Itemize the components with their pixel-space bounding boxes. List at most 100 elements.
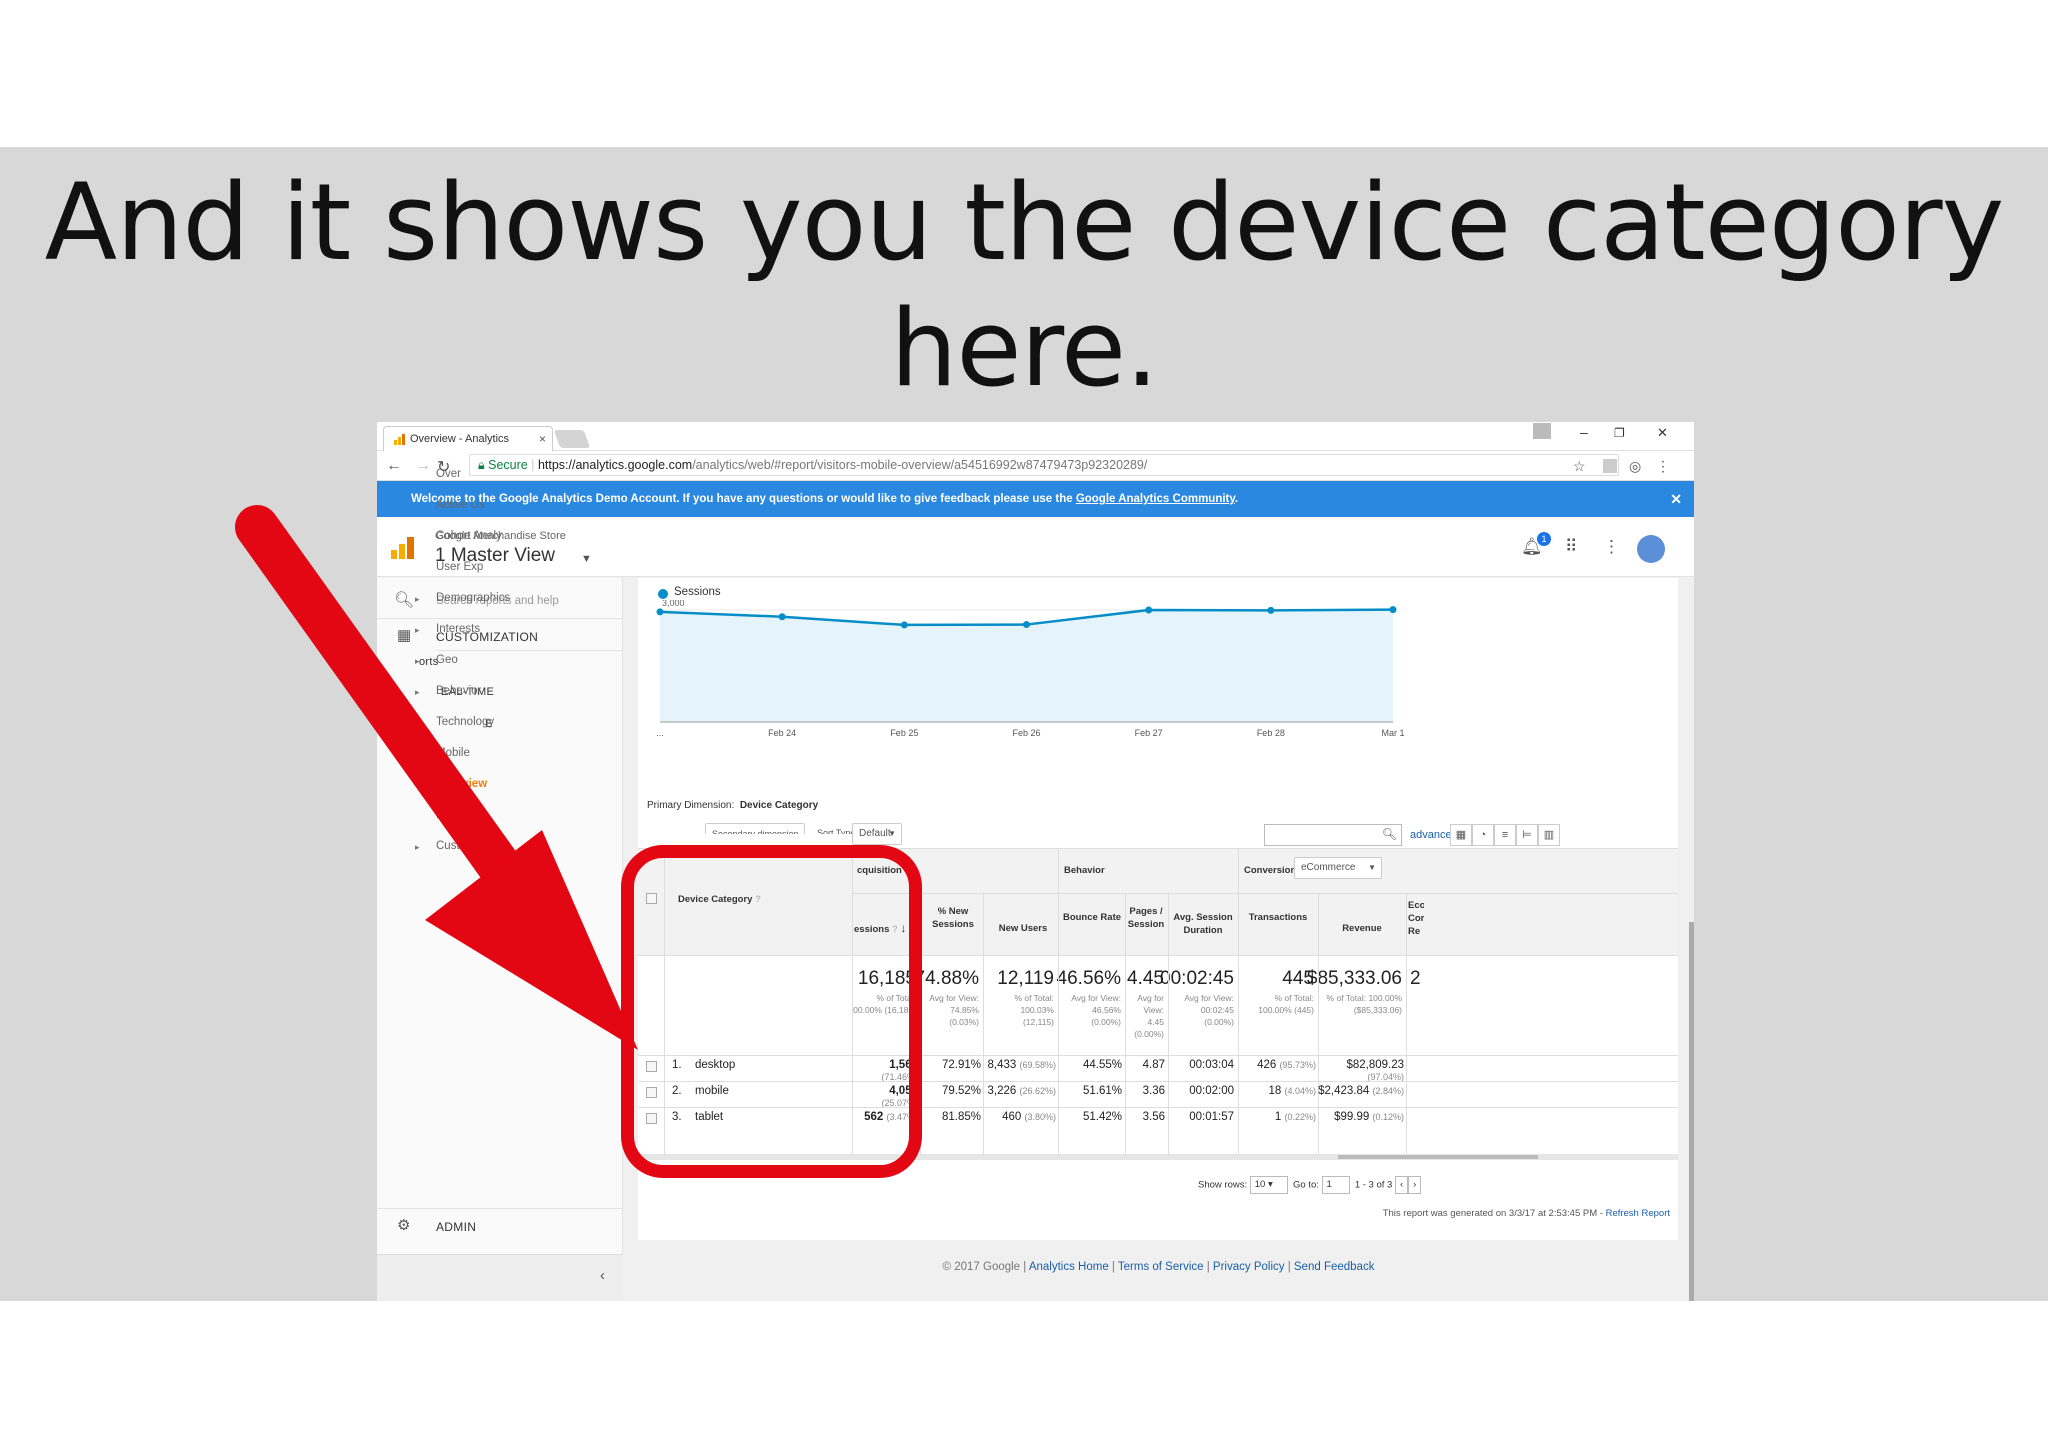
red-arrow-annotation [235, 505, 638, 1050]
slide-title: And it shows you the device category her… [44, 161, 2005, 410]
pages-value: 3.56 [1142, 1111, 1165, 1123]
pivot-view-icon[interactable]: ▥ [1538, 824, 1560, 846]
new-sessions-cell: 72.91% [920, 1059, 981, 1071]
pagination: Show rows: 10 ▾ Go to: 1 1 - 3 of 3 ‹ › [1198, 1176, 1422, 1194]
comparison-view-icon[interactable]: ⊨ [1516, 824, 1538, 846]
extension-icon[interactable] [1603, 459, 1617, 473]
avatar[interactable] [1637, 535, 1665, 563]
new-users-value: 8,433 [987, 1059, 1017, 1071]
col-transactions[interactable]: Transactions [1242, 911, 1314, 924]
show-rows-select[interactable]: 10 ▾ [1249, 1176, 1288, 1194]
secondary-dimension-button[interactable]: Secondary dimension [705, 823, 805, 834]
transactions-pct: (95.73%) [1279, 1060, 1316, 1070]
table-view-icon[interactable]: ▦ [1450, 824, 1472, 846]
generated-note: This report was generated on 3/3/17 at 2… [1383, 1208, 1670, 1219]
forward-icon[interactable]: → [415, 457, 431, 475]
pages-value: 3.36 [1142, 1085, 1165, 1097]
primary-dimension-value[interactable]: Device Category [740, 800, 818, 811]
new-users-pct: (69.58%) [1019, 1060, 1056, 1070]
duration-value: 00:01:57 [1189, 1111, 1234, 1123]
pie-view-icon[interactable]: ◔ [1472, 824, 1494, 846]
series-legend-label: Sessions [674, 586, 721, 598]
privacy-link[interactable]: Privacy Policy [1213, 1261, 1285, 1273]
collapse-sidebar[interactable]: ‹ [377, 1254, 623, 1301]
transactions-value: 1 [1274, 1111, 1282, 1123]
sidebar-item-over[interactable]: Over [436, 468, 461, 480]
apps-grid-icon[interactable]: ⠿ [1565, 537, 1577, 557]
next-page-icon[interactable]: › [1408, 1176, 1422, 1194]
revenue-value: $99.99 [1334, 1111, 1370, 1123]
x-tick-label: Feb 24 [768, 728, 796, 738]
show-rows-label: Show rows: [1198, 1179, 1248, 1191]
terms-link[interactable]: Terms of Service [1118, 1261, 1204, 1273]
footer-sep: | [1203, 1261, 1213, 1273]
performance-view-icon[interactable]: ≡ [1494, 824, 1516, 846]
url-field[interactable]: 🔒︎ Secure | https://analytics.google.com… [469, 454, 1619, 476]
more-icon[interactable]: ⋮ [1603, 537, 1620, 557]
revenue-value: $82,809.23 [1346, 1059, 1404, 1071]
group-conversions: Conversions [1244, 865, 1302, 876]
tab-close-icon[interactable]: × [539, 427, 546, 451]
col-new-sessions[interactable]: % New Sessions [928, 905, 978, 931]
chevron-down-icon: ▼ [1368, 863, 1376, 872]
col-ecommerce-rate[interactable]: Eco Cor Re [1408, 899, 1424, 938]
new-users-pct: (3.80%) [1024, 1112, 1056, 1122]
bounce-cell: 51.42% [1058, 1111, 1122, 1123]
new-tab-button[interactable] [553, 430, 591, 448]
back-icon[interactable]: ← [386, 457, 402, 475]
col-pages-session[interactable]: Pages / Session [1126, 905, 1166, 931]
page-range: 1 - 3 of 3 [1354, 1179, 1393, 1191]
x-tick-label: Feb 25 [890, 728, 918, 738]
revenue-pct: (2.84%) [1372, 1086, 1404, 1096]
col-revenue[interactable]: Revenue [1322, 922, 1402, 935]
feedback-link[interactable]: Send Feedback [1294, 1261, 1375, 1273]
total-revenue: $85,333.06 [1306, 968, 1402, 989]
pages-cell: 3.56 [1125, 1111, 1165, 1123]
chevron-left-icon[interactable]: ‹ [600, 1267, 605, 1284]
primary-dimension: Primary Dimension: Device Category [647, 800, 818, 811]
browser-tab[interactable]: Overview - Analytics × [383, 426, 553, 451]
col-bounce-rate[interactable]: Bounce Rate [1062, 911, 1122, 924]
secure-label: Secure [488, 458, 528, 472]
revenue-pct: (0.12%) [1372, 1112, 1404, 1122]
banner-end: . [1234, 493, 1239, 505]
page-scrollbar[interactable] [1689, 922, 1694, 1301]
transactions-cell: 1 (0.22%) [1238, 1111, 1316, 1123]
goto-input[interactable]: 1 [1321, 1176, 1350, 1194]
total-ecommerce-rate: 2 [1410, 968, 1421, 989]
banner-close-icon[interactable]: ✕ [1670, 481, 1682, 517]
copyright: © 2017 Google | [942, 1261, 1029, 1273]
generated-text: This report was generated on 3/3/17 at 2… [1382, 1208, 1606, 1219]
footer-sep: | [1108, 1261, 1118, 1273]
col-new-users[interactable]: New Users [988, 922, 1058, 935]
prev-page-icon[interactable]: ‹ [1394, 1176, 1409, 1194]
sort-type-label: Sort Type: [817, 828, 858, 838]
minimize-icon[interactable]: – [1580, 424, 1588, 440]
data-point [900, 621, 908, 629]
footer-sep: | [1284, 1261, 1294, 1273]
refresh-report-link[interactable]: Refresh Report [1606, 1208, 1670, 1219]
profile-icon[interactable] [1533, 423, 1551, 439]
revenue-value: $2,423.84 [1318, 1085, 1370, 1097]
new-sessions-value: 81.85% [941, 1111, 981, 1123]
transactions-value: 18 [1268, 1085, 1282, 1097]
analytics-home-link[interactable]: Analytics Home [1029, 1261, 1109, 1273]
group-behavior: Behavior [1064, 865, 1105, 876]
pages-value: 4.87 [1142, 1059, 1165, 1071]
col-avg-duration[interactable]: Avg. Session Duration [1172, 911, 1234, 937]
settings-extension-icon[interactable]: ◎ [1629, 458, 1641, 475]
table-search-input[interactable]: 🔍︎ [1264, 824, 1402, 846]
window-close-icon[interactable]: ✕ [1657, 425, 1668, 441]
conversion-select[interactable]: eCommerce ▼ [1294, 857, 1382, 879]
sidebar-item-admin[interactable]: ADMIN [436, 1220, 476, 1234]
transactions-cell: 426 (95.73%) [1238, 1059, 1316, 1071]
tab-strip: Overview - Analytics × – ❐ ✕ [377, 422, 1694, 451]
star-icon[interactable]: ☆ [1573, 458, 1586, 475]
new-users-pct: (26.62%) [1019, 1086, 1056, 1096]
community-link[interactable]: Google Analytics Community [1076, 493, 1235, 505]
restore-icon[interactable]: ❐ [1614, 426, 1625, 440]
x-tick-label: Feb 27 [1135, 728, 1163, 738]
sort-type-select[interactable]: Default ▼ [852, 823, 902, 845]
new-users-cell: 3,226 (26.62%) [983, 1085, 1056, 1097]
browser-menu-icon[interactable]: ⋮ [1656, 458, 1670, 475]
